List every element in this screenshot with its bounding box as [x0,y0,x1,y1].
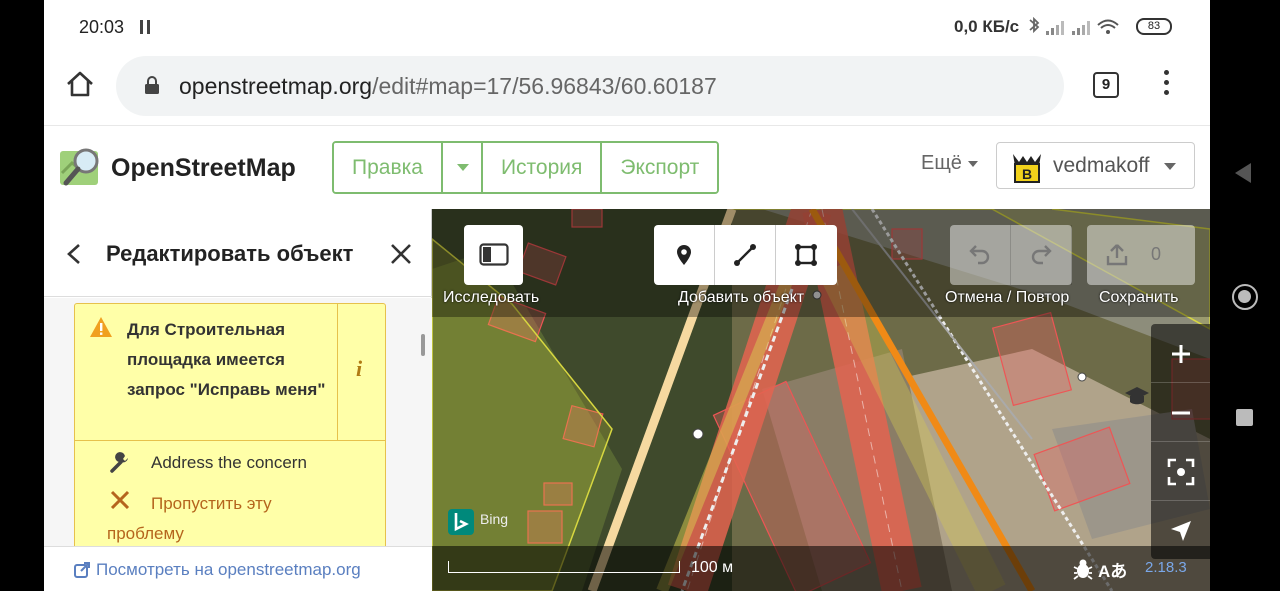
fix-label: Address the concern [151,453,307,472]
edit-button[interactable]: Правка [334,143,443,192]
undo-redo-label: Отмена / Повтор [945,289,1070,306]
explore-label: Исследовать [443,289,540,306]
save-button[interactable]: 0 [1087,225,1195,285]
close-icon[interactable] [389,242,413,266]
zoom-to-selection-icon [1167,458,1195,486]
add-area-button[interactable] [776,225,837,285]
url-host: openstreetmap.org [179,73,373,99]
inspector-title: Редактировать объект [106,241,354,266]
sidebar-toggle-button[interactable] [464,225,523,285]
add-line-button[interactable] [715,225,776,285]
sidebar-toggle-icon [479,243,509,266]
status-time: 20:03 [79,17,125,37]
site-header: OpenStreetMap Правка История Экспорт Ещё… [44,127,1210,209]
undo-icon [969,245,990,265]
export-button[interactable]: Экспорт [602,143,718,192]
status-bar: 20:03 0,0 КБ/с 83 [44,0,1210,54]
inspector-footer: Посмотреть на openstreetmap.org [44,546,432,591]
issue-card: Для Строительная площадка имеется запрос… [74,303,386,546]
imagery-credit: Bing [480,511,509,527]
inspector-body: Для Строительная площадка имеется запрос… [44,298,432,546]
line-icon [734,244,756,266]
scale-label: 100 м [691,559,734,576]
minus-icon [1172,411,1190,415]
url-bar[interactable]: openstreetmap.org/edit#map=17/56.96843/6… [116,56,1064,116]
edit-dropdown-chevron-icon[interactable] [442,143,483,192]
view-on-osm-link[interactable]: Посмотреть на openstreetmap.org [96,560,361,580]
tab-switcher-button[interactable]: 9 [1093,72,1119,98]
network-speed: 0,0 КБ/с [954,17,1020,36]
site-title[interactable]: OpenStreetMap [111,154,296,183]
url-text: openstreetmap.org/edit#map=17/56.96843/6… [179,73,717,100]
bing-logo-icon [448,509,474,535]
issue-header[interactable]: Для Строительная площадка имеется запрос… [75,304,385,441]
add-point-button[interactable] [654,225,715,285]
redo-button[interactable] [1011,225,1072,285]
save-count: 0 [1151,244,1162,264]
android-home-icon[interactable] [1232,284,1258,310]
user-name: vedmakoff [1053,154,1150,177]
area-icon [795,244,817,266]
browser-toolbar: openstreetmap.org/edit#map=17/56.96843/6… [44,54,1210,126]
add-feature-group [654,225,837,285]
plus-icon [1172,345,1190,363]
add-feature-label: Добавить объект [678,289,805,306]
scale-bar[interactable] [448,561,680,573]
zoom-to-selection-button[interactable] [1151,442,1210,501]
home-icon[interactable] [64,68,96,100]
android-recents-icon[interactable] [1236,409,1253,426]
undo-button[interactable] [950,225,1011,285]
map-pin-icon [677,245,691,265]
svg-text:B: B [1022,166,1032,182]
inspector-sidebar: Редактировать объект Для Строительная пл… [44,209,432,591]
wrench-icon [110,452,128,473]
lock-icon [145,76,159,94]
language-icon[interactable]: Aあ [1098,557,1127,582]
user-menu-button[interactable]: B vedmakoff [996,142,1195,189]
back-chevron-icon[interactable] [64,242,84,266]
zoom-in-button[interactable] [1151,324,1210,383]
issue-info-button[interactable]: i [337,304,385,441]
version-link[interactable]: 2.18.3 [1145,559,1187,576]
signal-icons [1029,17,1119,35]
android-back-icon[interactable] [1234,162,1252,184]
osm-logo[interactable] [58,143,106,191]
redo-icon [1031,245,1052,265]
phone-screen: 20:03 0,0 КБ/с 83 openstreetmap.org/edit… [44,0,1210,591]
external-link-icon [74,562,90,578]
map-canvas[interactable]: Исследовать Добавить объект Отмена / Пов… [432,209,1210,591]
avatar: B [1009,150,1045,183]
primary-nav: Правка История Экспорт [332,141,720,194]
bing-b-glyph [454,513,469,532]
undo-redo-group [950,225,1072,285]
zoom-out-button[interactable] [1151,383,1210,442]
fix-label: Пропустить эту проблему [107,494,272,543]
upload-icon [1106,244,1128,266]
save-label: Сохранить [1099,289,1179,306]
inspector-header: Редактировать объект [44,209,432,297]
graduation-cap-icon[interactable] [1124,385,1150,407]
issue-message: Для Строительная площадка имеется запрос… [127,320,326,399]
map-footer: 100 м Aあ 2.18.3 [432,546,1210,591]
map-controls [1151,324,1210,559]
media-pause-icon [140,20,150,34]
sidebar-scrollbar[interactable] [419,298,427,546]
warning-icon [90,317,112,337]
battery-indicator: 83 [1136,18,1172,35]
history-button[interactable]: История [482,143,603,192]
browser-menu-icon[interactable] [1160,70,1172,100]
info-icon: i [356,356,363,381]
location-arrow-icon [1171,521,1191,541]
bug-icon[interactable] [1072,558,1094,580]
url-path: /edit#map=17/56.96843/60.60187 [372,73,717,99]
more-menu[interactable]: Ещё [921,152,978,175]
